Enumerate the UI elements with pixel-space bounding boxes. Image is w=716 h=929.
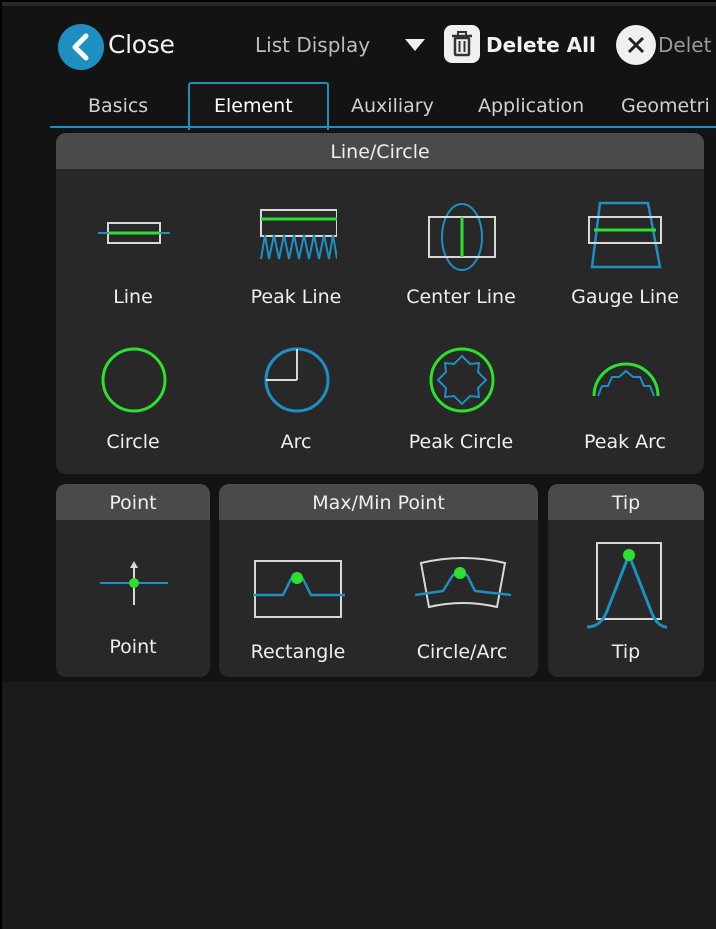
point-icon bbox=[100, 561, 168, 605]
line-tool[interactable]: Line bbox=[58, 193, 208, 333]
tip-panel: Tip Tip bbox=[548, 484, 704, 677]
max-min-point-title: Max/Min Point bbox=[312, 492, 445, 514]
tab-basics[interactable]: Basics bbox=[88, 95, 148, 117]
line-icon bbox=[98, 222, 170, 244]
gauge-line-icon bbox=[588, 201, 662, 269]
line-label: Line bbox=[113, 286, 153, 308]
panel-header: Tip bbox=[548, 484, 704, 520]
tab-geometric[interactable]: Geometri bbox=[621, 95, 710, 117]
peak-arc-icon bbox=[592, 362, 660, 397]
delete-label[interactable]: Delet bbox=[658, 33, 711, 57]
peak-circle-tool[interactable]: Peak Circle bbox=[386, 338, 536, 474]
arc-label: Arc bbox=[280, 431, 312, 453]
tab-element[interactable]: Element bbox=[214, 95, 293, 117]
point-title: Point bbox=[109, 492, 157, 514]
rectangle-icon bbox=[253, 560, 345, 618]
tip-title: Tip bbox=[611, 492, 641, 514]
point-tool[interactable]: Point bbox=[58, 529, 208, 669]
peak-line-tool[interactable]: Peak Line bbox=[221, 193, 371, 333]
circle-arc-label: Circle/Arc bbox=[416, 641, 508, 663]
point-label: Point bbox=[109, 636, 157, 658]
delete-all-button[interactable] bbox=[444, 25, 480, 63]
tab-auxiliary[interactable]: Auxiliary bbox=[351, 95, 434, 117]
peak-line-icon bbox=[260, 209, 337, 260]
delete-all-label[interactable]: Delete All bbox=[486, 33, 596, 57]
chevron-left-icon bbox=[72, 33, 89, 61]
panel-header: Point bbox=[56, 484, 210, 520]
close-label[interactable]: Close bbox=[108, 30, 175, 59]
top-strip bbox=[2, 2, 716, 6]
point-panel: Point Point bbox=[56, 484, 210, 677]
peak-circle-label: Peak Circle bbox=[408, 431, 514, 453]
panel-header: Max/Min Point bbox=[219, 484, 538, 520]
peak-arc-tool[interactable]: Peak Arc bbox=[550, 338, 700, 474]
rectangle-tool[interactable]: Rectangle bbox=[223, 529, 373, 669]
app-window: Close List Display Delete All Delet Basi… bbox=[2, 2, 716, 929]
peak-line-label: Peak Line bbox=[250, 286, 342, 308]
circle-tool[interactable]: Circle bbox=[58, 338, 208, 474]
close-x-icon bbox=[627, 36, 645, 54]
empty-content-area bbox=[2, 682, 716, 929]
circle-label: Circle bbox=[106, 431, 160, 453]
trash-icon bbox=[452, 31, 472, 57]
line-circle-title: Line/Circle bbox=[330, 141, 430, 163]
back-button[interactable] bbox=[58, 24, 104, 70]
center-line-label: Center Line bbox=[406, 286, 516, 308]
center-line-icon bbox=[428, 203, 496, 271]
tip-tool[interactable]: Tip bbox=[551, 529, 701, 669]
panel-header: Line/Circle bbox=[56, 133, 704, 169]
center-line-tool[interactable]: Center Line bbox=[386, 193, 536, 333]
line-circle-panel: Line/Circle Line Peak Line Center Line G… bbox=[56, 133, 704, 474]
tip-label: Tip bbox=[611, 641, 641, 663]
delete-button[interactable] bbox=[616, 25, 656, 65]
circle-icon bbox=[101, 347, 167, 413]
list-display-label[interactable]: List Display bbox=[255, 33, 370, 57]
circle-arc-icon bbox=[415, 557, 511, 609]
rectangle-label: Rectangle bbox=[250, 641, 346, 663]
arc-icon bbox=[264, 347, 330, 413]
tip-icon bbox=[587, 542, 667, 629]
peak-circle-icon bbox=[429, 347, 495, 413]
circle-arc-tool[interactable]: Circle/Arc bbox=[387, 529, 537, 669]
peak-arc-label: Peak Arc bbox=[584, 431, 666, 453]
tab-application[interactable]: Application bbox=[478, 95, 584, 117]
arc-tool[interactable]: Arc bbox=[221, 338, 371, 474]
gauge-line-label: Gauge Line bbox=[571, 286, 679, 308]
tab-underline bbox=[50, 126, 716, 128]
max-min-point-panel: Max/Min Point Rectangle Circle/Arc bbox=[219, 484, 538, 677]
gauge-line-tool[interactable]: Gauge Line bbox=[550, 193, 700, 333]
dropdown-caret-icon[interactable] bbox=[404, 38, 426, 52]
